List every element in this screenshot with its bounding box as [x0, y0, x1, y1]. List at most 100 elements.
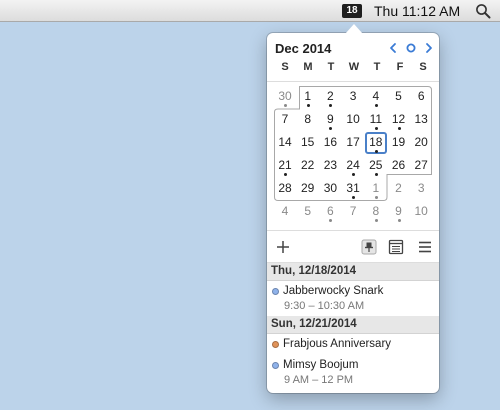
day-number: 24: [346, 158, 360, 172]
day-cell[interactable]: 1: [297, 86, 319, 108]
agenda-event[interactable]: Jabberwocky Snark 9:30 – 10:30 AM: [267, 281, 439, 316]
weekday-label: S: [281, 61, 289, 73]
today-circle-icon[interactable]: [405, 42, 417, 54]
day-number: 3: [417, 181, 425, 195]
day-cell[interactable]: 7: [342, 201, 364, 223]
day-cell[interactable]: 14: [274, 132, 296, 154]
day-cell[interactable]: 4: [365, 86, 387, 108]
agenda-date-header: Thu, 12/18/2014: [267, 263, 439, 281]
day-number: 4: [281, 204, 289, 218]
day-cell[interactable]: 9: [388, 201, 410, 223]
day-cell[interactable]: 2: [319, 86, 341, 108]
day-cell[interactable]: 10: [342, 109, 364, 131]
day-cell[interactable]: 25: [365, 155, 387, 177]
day-cell[interactable]: 29: [297, 178, 319, 200]
day-cell[interactable]: 12: [388, 109, 410, 131]
day-number: 12: [391, 112, 406, 126]
event-dot: [374, 196, 378, 199]
spotlight-search-icon[interactable]: [475, 3, 491, 19]
day-cell[interactable]: 22: [297, 155, 319, 177]
day-number: 27: [414, 158, 428, 172]
day-cell[interactable]: 6: [319, 201, 341, 223]
weekday-label: T: [373, 61, 381, 73]
day-cell[interactable]: 20: [410, 132, 432, 154]
event-title: Frabjous Anniversary: [283, 338, 392, 350]
weekday-label: M: [303, 61, 313, 73]
day-cell[interactable]: 4: [274, 201, 296, 223]
event-dot: [329, 127, 333, 130]
weekday-label: F: [396, 61, 404, 73]
day-number: 15: [301, 135, 315, 149]
day-number: 2: [327, 89, 334, 103]
day-number: 1: [304, 89, 312, 103]
day-cell[interactable]: 6: [410, 86, 432, 108]
day-cell[interactable]: 17: [342, 132, 364, 154]
event-dot: [352, 173, 356, 176]
day-cell[interactable]: 5: [388, 86, 410, 108]
day-cell-today[interactable]: 18: [364, 132, 387, 154]
day-cell[interactable]: 23: [319, 155, 341, 177]
day-number: 4: [372, 89, 380, 103]
event-dot: [374, 127, 378, 130]
day-cell[interactable]: 16: [319, 132, 341, 154]
agenda-list: Thu, 12/18/2014 Jabberwocky Snark 9:30 – 1…: [267, 263, 439, 390]
day-number: 1: [372, 181, 380, 195]
menu-bar-clock[interactable]: Thu 11:12 AM: [374, 3, 460, 19]
day-cell[interactable]: 27: [410, 155, 432, 177]
event-dot: [374, 104, 378, 107]
day-cell[interactable]: 2: [388, 178, 410, 200]
day-cell[interactable]: 7: [274, 109, 296, 131]
day-number: 8: [304, 112, 312, 126]
day-number: 13: [414, 112, 428, 126]
day-cell[interactable]: 9: [319, 109, 341, 131]
day-number: 26: [391, 158, 406, 172]
day-cell[interactable]: 3: [410, 178, 432, 200]
plus-icon[interactable]: [275, 239, 291, 255]
day-cell[interactable]: 5: [297, 201, 319, 223]
day-cell[interactable]: 30: [274, 86, 296, 108]
day-number: 7: [349, 204, 357, 218]
event-dot: [397, 127, 401, 130]
month-title: Dec 2014: [275, 41, 332, 56]
day-cell[interactable]: 11: [365, 109, 387, 131]
weekday-label: W: [348, 61, 360, 73]
day-number: 30: [323, 181, 338, 195]
day-cell[interactable]: 3: [342, 86, 364, 108]
previous-month-icon[interactable]: [387, 42, 399, 54]
calendar-color-dot: [272, 288, 279, 295]
day-number: 30: [278, 89, 292, 103]
hamburger-menu-icon[interactable]: [417, 239, 433, 255]
day-number: 5: [395, 89, 402, 103]
calendar-popover: Dec 2014 SMTWTFS 30 1 2 3 4 5 6 7 8 9 10 11 12 13 14 15…: [267, 33, 439, 393]
day-cell[interactable]: 24: [342, 155, 364, 177]
day-cell[interactable]: 31: [342, 178, 364, 200]
day-cell[interactable]: 8: [297, 109, 319, 131]
day-number: 23: [323, 158, 338, 172]
day-cell[interactable]: 28: [274, 178, 296, 200]
day-cell[interactable]: 8: [365, 201, 387, 223]
next-month-icon[interactable]: [423, 42, 435, 54]
agenda-event[interactable]: Frabjous Anniversary: [267, 334, 439, 355]
day-number: 25: [369, 158, 383, 172]
day-cell[interactable]: 21: [274, 155, 296, 177]
day-cell[interactable]: 15: [297, 132, 319, 154]
agenda-event[interactable]: Mimsy Boojum 9 AM – 12 PM: [267, 355, 439, 390]
calendar-date-badge[interactable]: 18: [342, 4, 362, 18]
agenda-list-icon[interactable]: [388, 239, 404, 255]
event-time: 9 AM – 12 PM: [284, 374, 354, 386]
event-dot: [352, 196, 356, 199]
event-title: Mimsy Boojum: [283, 359, 359, 371]
day-cell[interactable]: 1: [365, 178, 387, 200]
day-number: 28: [278, 181, 292, 195]
day-cell[interactable]: 30: [319, 178, 341, 200]
pin-icon[interactable]: [361, 239, 377, 255]
divider: [267, 81, 439, 82]
day-number: 29: [301, 181, 315, 195]
day-number: 6: [417, 89, 425, 103]
day-cell[interactable]: 13: [410, 109, 432, 131]
event-dot: [329, 104, 333, 107]
day-cell[interactable]: 26: [388, 155, 410, 177]
day-cell[interactable]: 19: [388, 132, 410, 154]
day-number: 10: [414, 204, 428, 218]
day-cell[interactable]: 10: [410, 201, 432, 223]
